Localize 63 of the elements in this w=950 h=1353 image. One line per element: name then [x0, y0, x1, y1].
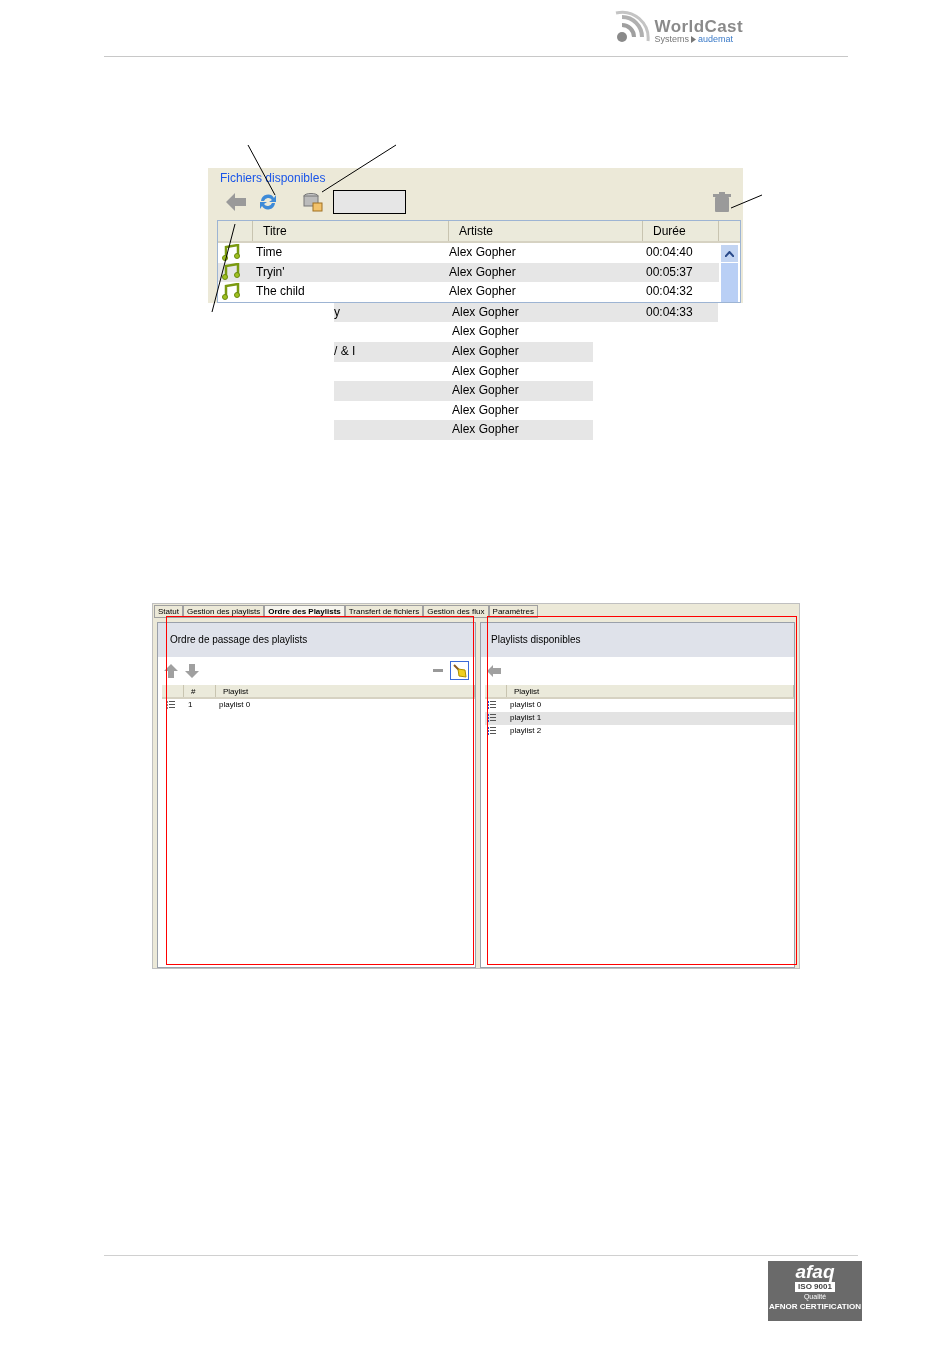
table-cell-text: 00:04:33 [645, 303, 693, 321]
tab[interactable]: Statut [154, 604, 183, 618]
back-arrow-icon[interactable] [487, 664, 501, 677]
broom-icon [452, 663, 467, 678]
table-cell: / & I [334, 343, 356, 358]
column-header[interactable]: Artiste [449, 221, 643, 241]
list-icon [166, 701, 175, 710]
table-cell-text: 00:05:37 [645, 263, 694, 281]
table-cell-text: Alex Gopher [452, 342, 520, 360]
table-cell-text: Time [255, 244, 284, 261]
table-cell-text: Alex Gopher [452, 401, 520, 419]
logo-name: WorldCast [654, 18, 743, 35]
table-cell-text: playlist 0 [218, 699, 251, 712]
chevron-up-icon [725, 250, 734, 257]
table-cell-text: 00:04:40 [645, 244, 694, 261]
badge-title: afaq [795, 1262, 835, 1282]
panel-title: Fichiers disponibles [220, 171, 326, 185]
logo-subtitle: Systems [654, 35, 689, 44]
table-cell-text: Alex Gopher [449, 244, 517, 261]
table-cell: y [334, 304, 340, 319]
badge-label: AFNOR CERTIFICATION [769, 1302, 861, 1312]
scrollbar[interactable] [719, 243, 740, 302]
table-cell-text: The child [255, 283, 306, 301]
scroll-thumb[interactable] [721, 263, 738, 302]
table-cell-text: 1 [187, 699, 194, 712]
music-note-icon [222, 243, 240, 262]
list-icon [487, 727, 496, 736]
list-icon [487, 701, 496, 710]
music-note-icon [222, 283, 240, 301]
leader-line [730, 194, 763, 209]
table-cell-text: Alex Gopher [452, 303, 520, 321]
table-cell-text: Alex Gopher [452, 323, 520, 341]
database-icon[interactable] [303, 192, 323, 212]
badge-standard: ISO 9001 [795, 1282, 835, 1292]
table-cell-text: Tryin' [255, 263, 286, 281]
table-cell-text: Alex Gopher [449, 263, 517, 281]
text-field[interactable] [333, 190, 406, 214]
table-cell-text: playlist 0 [509, 699, 542, 712]
minus-icon[interactable] [433, 669, 443, 673]
chevron-icon [691, 36, 696, 43]
table-cell-text: Alex Gopher [449, 283, 517, 301]
trash-icon[interactable] [713, 192, 731, 212]
table-cell-text: Alex Gopher [452, 421, 520, 439]
back-arrow-icon[interactable] [226, 193, 246, 211]
table-cell-text: playlist 2 [509, 725, 542, 738]
logo-subtitle: audemat [698, 35, 733, 44]
column-header[interactable]: Durée [643, 221, 719, 241]
refresh-icon[interactable] [258, 192, 278, 212]
panel-title: Playlists disponibles [491, 633, 581, 645]
column-header[interactable]: # [184, 684, 216, 697]
table-cell-text: Alex Gopher [452, 362, 520, 380]
table-cell-text: Alex Gopher [452, 382, 520, 400]
table-cell-text: 00:04:32 [645, 283, 694, 301]
table-cell-text: playlist 1 [509, 712, 542, 725]
column-header[interactable]: Titre [253, 221, 449, 241]
column-header[interactable]: Playlist [216, 684, 475, 697]
panel-title: Ordre de passage des playlists [170, 633, 308, 645]
scroll-up-button[interactable] [721, 245, 738, 262]
music-note-icon [222, 263, 240, 282]
down-arrow-icon[interactable] [185, 663, 199, 678]
broom-button[interactable] [450, 661, 469, 681]
up-arrow-icon[interactable] [164, 663, 178, 678]
list-icon [487, 714, 496, 723]
